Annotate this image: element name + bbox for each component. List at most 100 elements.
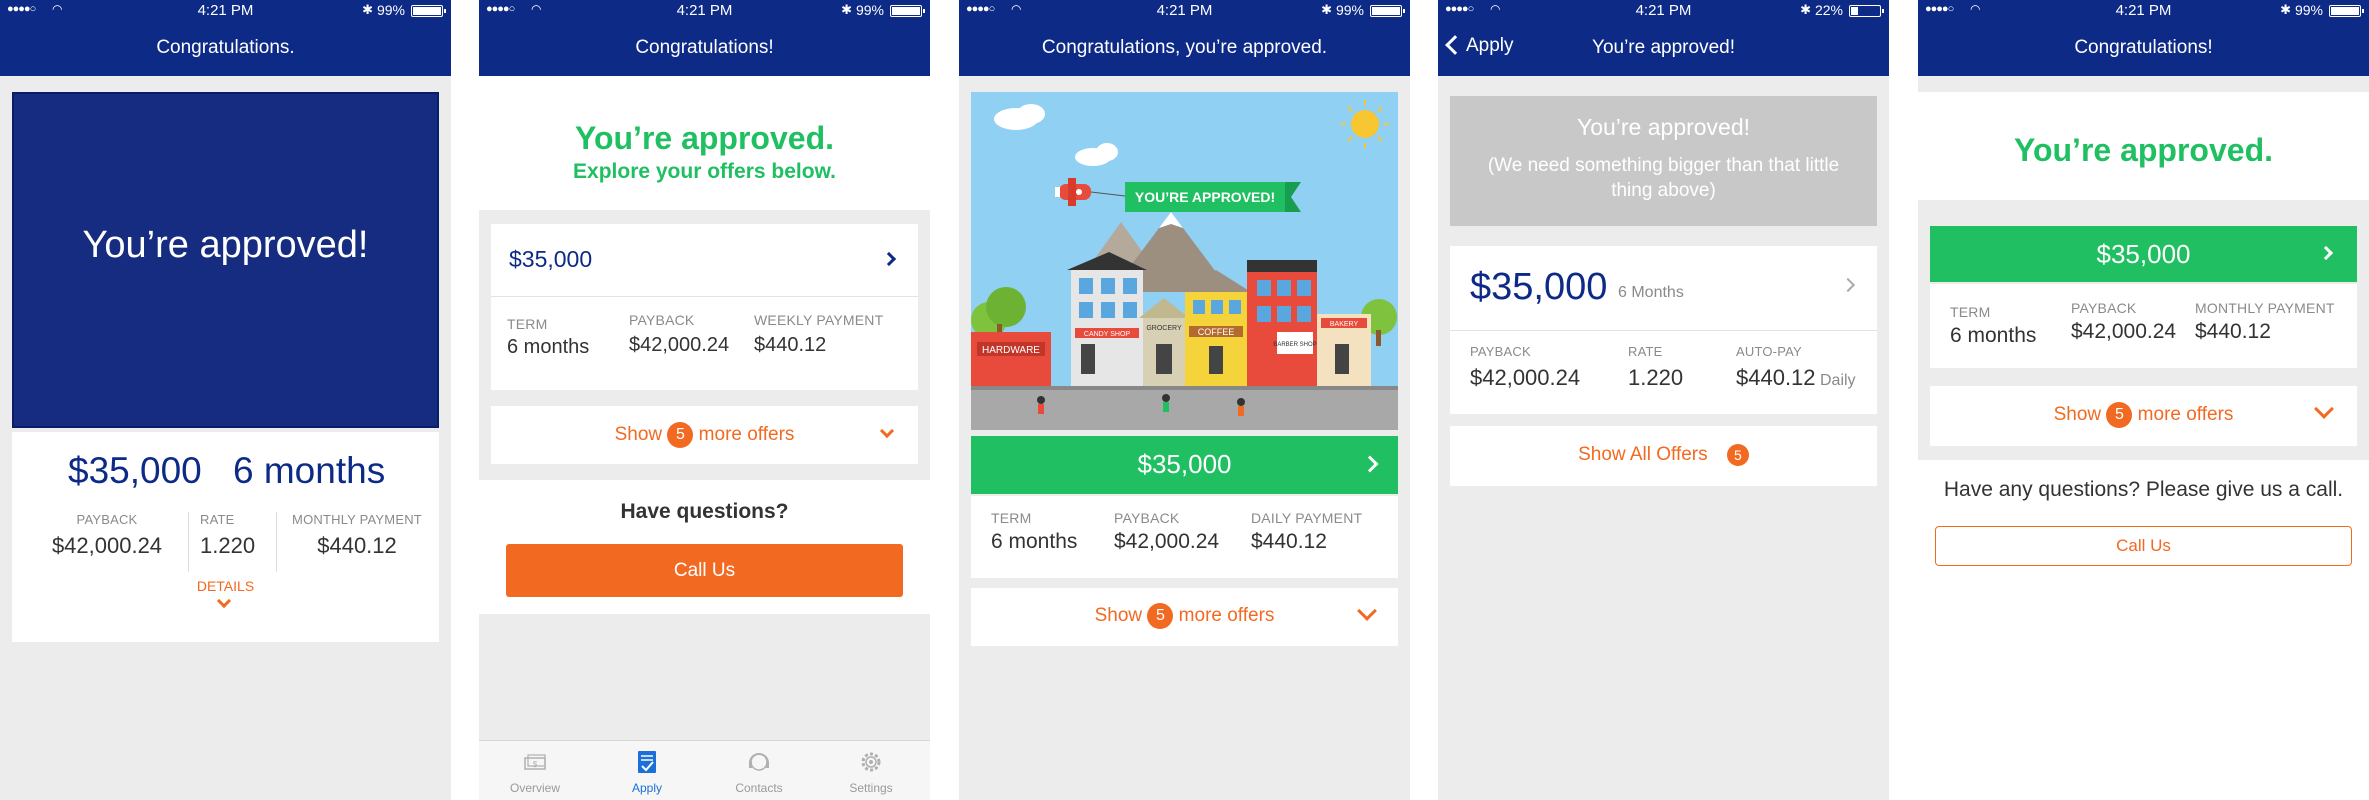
more-post: more offers xyxy=(698,424,795,446)
monthly-col: MONTHLY PAYMENT $440.12 xyxy=(2195,300,2335,344)
more-post: more offers xyxy=(1178,605,1275,627)
tab-label: Settings xyxy=(849,781,893,795)
offer-card[interactable]: $35,000 TERM 6 months PAYBACK $42,000.24… xyxy=(491,224,918,390)
monthly-label: MONTHLY PAYMENT xyxy=(292,512,422,527)
questions-heading: Have questions? xyxy=(620,500,789,523)
battery-percent: 22% xyxy=(1814,2,1843,18)
rate-col: RATE 1.220 xyxy=(1628,344,1683,391)
payback-value: $42,000.24 xyxy=(2071,320,2177,343)
tab-apply[interactable]: Apply xyxy=(591,741,703,800)
approved-headline: You’re approved. xyxy=(2013,132,2273,168)
screen-1: ●●●●○ ◠ 4:21 PM ✱ 99% Congratulations. Y… xyxy=(0,0,451,800)
bluetooth-icon: ✱ xyxy=(1800,2,1811,17)
call-us-button[interactable]: Call Us xyxy=(1935,526,2352,566)
more-offers-row[interactable]: Show 5 more offers xyxy=(491,406,918,464)
nav-title: Congratulations. xyxy=(156,37,295,58)
hero-text: You’re approved! xyxy=(82,224,369,266)
offer-amount: $35,000 xyxy=(2096,239,2191,269)
money-icon: $ xyxy=(524,754,546,770)
more-offers-label[interactable]: Show 5 more offers xyxy=(971,603,1398,629)
battery-percent: 99% xyxy=(1335,2,1364,18)
rate-col: RATE 1.220 xyxy=(190,512,270,559)
monthly-value: $440.12 xyxy=(317,533,397,558)
payback-value: $42,000.24 xyxy=(1470,365,1581,390)
tab-bar: $ Overview Apply Contacts Settings xyxy=(479,740,930,800)
payback-label: PAYBACK xyxy=(629,312,695,328)
sign-coffee: COFFEE xyxy=(1198,327,1235,337)
payback-label: PAYBACK xyxy=(1470,344,1531,359)
nav-title: You’re approved! xyxy=(1592,37,1735,58)
tab-overview[interactable]: $ Overview xyxy=(479,741,591,800)
bluetooth-icon: ✱ xyxy=(362,2,373,17)
battery-icon xyxy=(1849,5,1884,17)
nav-bar: Congratulations, you’re approved. xyxy=(959,21,1410,76)
more-offers-row[interactable]: Show 5 more offers xyxy=(971,588,1398,646)
placeholder-note: (We need something bigger than that litt… xyxy=(1487,155,1840,201)
term-col: TERM 6 months xyxy=(507,316,589,359)
town-scene-image: YOU’RE APPROVED! HARDWARE CANDY SHOP GRO… xyxy=(971,92,1398,430)
nav-title: Congratulations! xyxy=(635,37,774,58)
offer-amount: $35,000 xyxy=(68,450,202,491)
bluetooth-icon: ✱ xyxy=(1321,2,1332,17)
more-offers-row[interactable]: Show 5 more offers xyxy=(1930,386,2357,446)
payback-col: PAYBACK $42,000.24 xyxy=(32,512,182,559)
daily-label: DAILY PAYMENT xyxy=(1251,510,1363,526)
chevron-right-icon[interactable] xyxy=(1840,277,1856,293)
tab-label: Contacts xyxy=(735,781,783,795)
town-illustration: YOU’RE APPROVED! HARDWARE CANDY SHOP GRO… xyxy=(971,92,1398,430)
call-us-button[interactable]: Call Us xyxy=(506,544,903,597)
weekly-label: WEEKLY PAYMENT xyxy=(754,312,884,328)
show-all-offers-row[interactable]: Show All Offers 5 xyxy=(1450,426,1877,486)
screen-5: ●●●●○ ◠ 4:21 PM ✱ 99% Congratulations! Y… xyxy=(1918,0,2369,800)
offer-terms: TERM 6 months PAYBACK $42,000.24 MONTHLY… xyxy=(1930,284,2357,368)
status-bar: ●●●●○ ◠ 4:21 PM ✱ 99% xyxy=(479,0,930,21)
more-offers-label[interactable]: Show 5 more offers xyxy=(491,422,918,448)
chevron-down-icon[interactable] xyxy=(216,593,232,609)
daily-col: DAILY PAYMENT $440.12 xyxy=(1251,510,1362,554)
more-pre: Show xyxy=(614,424,663,446)
tab-contacts[interactable]: Contacts xyxy=(703,741,815,800)
term-value: 6 months xyxy=(991,530,1078,553)
details-link[interactable]: DETAILS xyxy=(12,578,439,594)
sign-bakery: BAKERY xyxy=(1330,321,1359,328)
tab-label: Apply xyxy=(631,781,663,795)
rate-value: 1.220 xyxy=(1628,365,1684,390)
battery-icon xyxy=(1370,5,1405,17)
term-value: 6 months xyxy=(507,336,590,358)
show-all-offers-link[interactable]: Show All Offers 5 xyxy=(1450,444,1877,466)
more-offers-label[interactable]: Show 5 more offers xyxy=(1930,402,2357,428)
monthly-value: $440.12 xyxy=(2195,320,2271,343)
rate-label: RATE xyxy=(1628,344,1663,359)
placeholder-banner: You’re approved! (We need something bigg… xyxy=(1450,96,1877,226)
offer-card[interactable]: $35,000 6 Months PAYBACK $42,000.24 RATE… xyxy=(1450,246,1877,414)
bluetooth-icon: ✱ xyxy=(2280,2,2291,17)
battery-icon xyxy=(411,5,446,17)
svg-text:$: $ xyxy=(533,760,538,769)
weekly-col: WEEKLY PAYMENT $440.12 xyxy=(754,312,883,357)
placeholder-title: You’re approved! xyxy=(1576,114,1751,140)
autopay-label: AUTO-PAY xyxy=(1736,344,1802,359)
offers-count-badge: 5 xyxy=(1147,603,1174,629)
offer-amount-bar[interactable]: $35,000 xyxy=(1930,226,2357,282)
offers-count-badge: 5 xyxy=(1726,444,1749,466)
status-bar: ●●●●○ ◠ 4:21 PM ✱ 99% xyxy=(1918,0,2369,21)
status-bar: ●●●●○ ◠ 4:21 PM ✱ 99% xyxy=(959,0,1410,21)
offer-amount-bar[interactable]: $35,000 xyxy=(971,436,1398,494)
battery-icon xyxy=(890,5,925,17)
divider xyxy=(1450,330,1877,331)
tab-settings[interactable]: Settings xyxy=(815,741,927,800)
divider xyxy=(491,296,918,297)
payback-label: PAYBACK xyxy=(1114,510,1180,526)
term-label: TERM xyxy=(1950,304,1991,320)
chevron-right-icon[interactable] xyxy=(881,251,897,267)
offer-amount: $35,000 xyxy=(509,246,593,272)
term-label: TERM xyxy=(507,316,548,332)
questions-text: Have any questions? Please give us a cal… xyxy=(1943,478,2344,501)
offer-summary[interactable]: $35,000 6 months PAYBACK $42,000.24 RATE… xyxy=(12,432,439,642)
autopay-row: $440.12 Daily xyxy=(1736,365,1856,391)
offer-terms: TERM 6 months PAYBACK $42,000.24 DAILY P… xyxy=(971,496,1398,578)
term-col: TERM 6 months xyxy=(1950,304,2036,348)
term-col: TERM 6 months xyxy=(991,510,1077,554)
payback-value: $42,000.24 xyxy=(1114,530,1220,553)
sign-candy: CANDY SHOP xyxy=(1084,331,1130,338)
